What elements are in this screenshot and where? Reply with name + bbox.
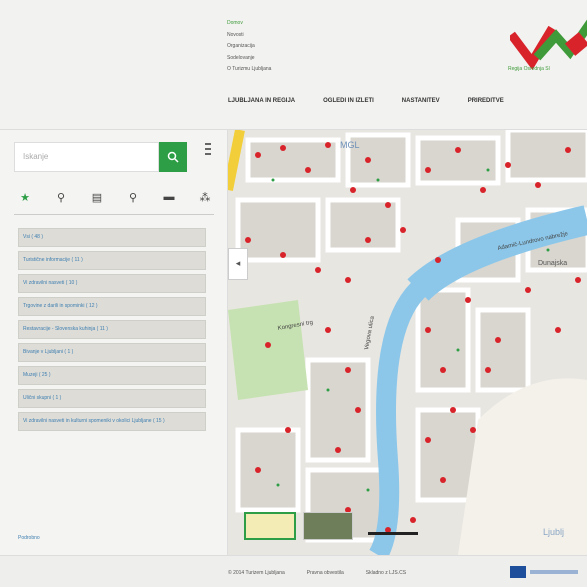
menu-icon [205, 143, 211, 145]
map-label: Vegova ulica [364, 315, 376, 350]
search-input[interactable]: Iskanje [14, 142, 159, 172]
footer-copyright: © 2014 Turizem Ljubljana [228, 570, 285, 576]
sidebar: Iskanje ★ ⚲ ▤ ⚲ ▬ ⁂ Vsi ( 48 ) Turističn… [0, 130, 228, 555]
top-link[interactable]: Domov [227, 18, 271, 30]
map-type-map-button[interactable] [244, 512, 296, 540]
search-button[interactable] [159, 142, 187, 172]
category-item[interactable]: Vi zdravilni nasveti ( 10 ) [18, 274, 206, 293]
category-item[interactable]: Vsi ( 48 ) [18, 228, 206, 247]
category-item[interactable]: Vi zdravilni nasveti in kulturni spomeni… [18, 412, 206, 431]
nav-ljubljana[interactable]: LJUBLJANA IN REGIJA [228, 98, 295, 104]
eu-funding-logo [510, 566, 578, 578]
map-label: Ljublj [543, 527, 564, 537]
divider [14, 214, 214, 215]
chevron-left-icon: ◂ [235, 258, 241, 268]
bus-icon[interactable]: ▬ [160, 188, 178, 206]
top-link[interactable]: Novosti [227, 30, 271, 42]
nav-accommodation[interactable]: NASTANITEV [402, 98, 440, 104]
top-link[interactable]: Sodelovanje [227, 53, 271, 65]
category-tabs: ★ ⚲ ▤ ⚲ ▬ ⁂ [16, 188, 214, 206]
menu-button[interactable] [202, 140, 214, 170]
top-link[interactable]: O Turizmu Ljubljana [227, 64, 271, 76]
map-type-satellite-button[interactable] [303, 512, 353, 540]
site-footer: © 2014 Turizem Ljubljana Pravna obvestil… [0, 555, 587, 587]
sidebar-footer-link[interactable]: Podrobno [18, 535, 40, 541]
nav-tours[interactable]: OGLEDI IN IZLETI [323, 98, 374, 104]
star-icon[interactable]: ★ [16, 188, 34, 206]
document-icon[interactable]: ▤ [88, 188, 106, 206]
category-item[interactable]: Ulični skupni ( 1 ) [18, 389, 206, 408]
main-nav: LJUBLJANA IN REGIJA OGLEDI IN IZLETI NAS… [228, 98, 532, 104]
map-label: Dunajska [538, 260, 567, 267]
map-canvas[interactable]: MGL Dunajska Ljublj Kongresni trg Vegova… [228, 130, 587, 555]
bed-icon[interactable]: ⚲ [52, 188, 70, 206]
location-pin-icon[interactable]: ⚲ [124, 188, 142, 206]
collapse-sidebar-button[interactable]: ◂ [228, 248, 248, 280]
search-icon [167, 151, 179, 163]
site-header: Domov Novosti Organizacija Sodelovanje O… [0, 0, 587, 130]
map-label: MGL [340, 140, 360, 150]
category-list: Vsi ( 48 ) Turistične informacije ( 11 )… [18, 228, 206, 435]
logo-caption: Regija Osrednja Sl [508, 66, 550, 72]
footer-text: © 2014 Turizem Ljubljana Pravna obvestil… [228, 570, 428, 576]
top-link[interactable]: Organizacija [227, 41, 271, 53]
category-item[interactable]: Turistične informacije ( 11 ) [18, 251, 206, 270]
footer-lang-link[interactable]: Skladno z LJS.CS [366, 570, 406, 576]
menu-icon-bar [205, 148, 211, 150]
menu-icon-bar [205, 153, 211, 155]
nav-events[interactable]: PRIREDITVE [468, 98, 504, 104]
map-svg: MGL Dunajska Ljublj Kongresni trg Vegova… [228, 130, 587, 555]
map-scale-bar [368, 532, 418, 535]
category-item[interactable]: Bivanje v Ljubljani ( 1 ) [18, 343, 206, 362]
page-root: Domov Novosti Organizacija Sodelovanje O… [0, 0, 587, 587]
people-icon[interactable]: ⁂ [196, 188, 214, 206]
footer-privacy-link[interactable]: Pravna obvestila [307, 570, 344, 576]
category-item[interactable]: Trgovine z darili in spominki ( 12 ) [18, 297, 206, 316]
top-links: Domov Novosti Organizacija Sodelovanje O… [227, 18, 271, 76]
category-item[interactable]: Muzeji ( 25 ) [18, 366, 206, 385]
category-item[interactable]: Restavracije - Slovenska kuhinja ( 11 ) [18, 320, 206, 339]
